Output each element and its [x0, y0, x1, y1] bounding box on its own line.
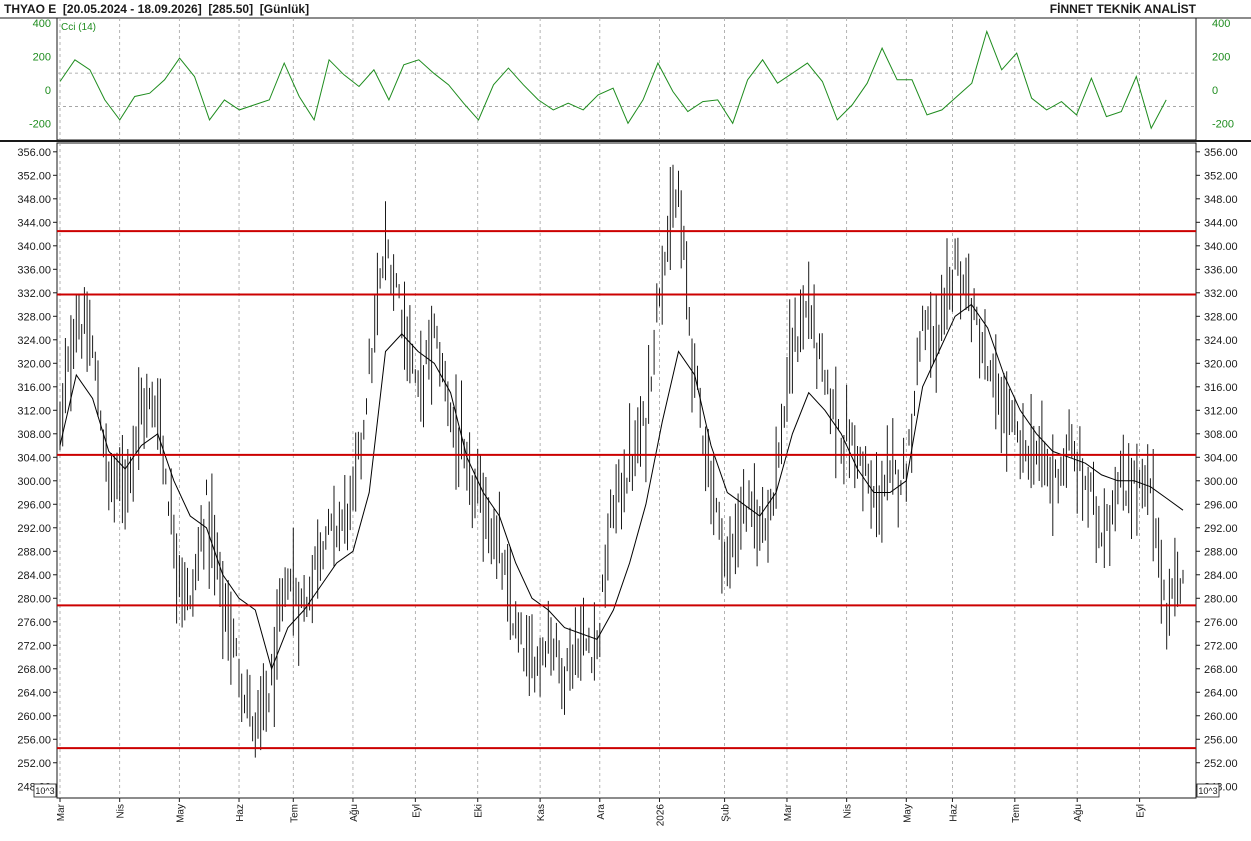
price-y-tick-left: 320.00: [17, 358, 51, 370]
price-y-tick-right: 264.00: [1204, 687, 1238, 699]
price-y-tick-right: 300.00: [1204, 476, 1238, 488]
x-tick-label: Eyl: [1136, 804, 1147, 818]
cci-series-label: Cci (14): [61, 22, 96, 33]
price-y-tick-right: 256.00: [1204, 734, 1238, 746]
price-y-tick-right: 340.00: [1204, 241, 1238, 253]
price-y-tick-left: 300.00: [17, 476, 51, 488]
price-y-tick-right: 328.00: [1204, 311, 1238, 323]
x-tick-label: Eki: [474, 804, 485, 818]
cci-y-tick-left: 0: [45, 85, 51, 97]
price-y-tick-right: 268.00: [1204, 664, 1238, 676]
price-y-tick-right: 272.00: [1204, 640, 1238, 652]
x-tick-label: Haz: [235, 804, 246, 822]
price-y-tick-right: 348.00: [1204, 194, 1238, 206]
x-tick-label: Ağu: [1073, 804, 1084, 822]
price-y-tick-left: 316.00: [17, 382, 51, 394]
cci-y-tick-left: 200: [33, 51, 51, 63]
price-y-tick-left: 280.00: [17, 593, 51, 605]
price-y-tick-right: 312.00: [1204, 405, 1238, 417]
price-y-tick-right: 252.00: [1204, 758, 1238, 770]
x-tick-label: Kas: [536, 804, 547, 821]
x-tick-label: Mar: [56, 803, 67, 821]
price-y-tick-left: 304.00: [17, 452, 51, 464]
x-tick-label: Eyl: [411, 804, 422, 818]
price-y-tick-left: 272.00: [17, 640, 51, 652]
price-y-tick-right: 332.00: [1204, 288, 1238, 300]
price-panel-frame: [56, 142, 1197, 799]
x-tick-label: Tem: [1011, 804, 1022, 823]
price-y-tick-left: 328.00: [17, 311, 51, 323]
price-y-tick-right: 316.00: [1204, 382, 1238, 394]
cci-y-tick-right: 400: [1212, 18, 1230, 30]
price-y-tick-right: 288.00: [1204, 546, 1238, 558]
price-y-tick-left: 288.00: [17, 546, 51, 558]
price-y-tick-right: 336.00: [1204, 264, 1238, 276]
price-y-tick-left: 332.00: [17, 288, 51, 300]
cci-y-tick-right: -200: [1212, 118, 1234, 130]
price-y-tick-right: 284.00: [1204, 570, 1238, 582]
x-tick-label: Tem: [289, 804, 300, 823]
x-tick-label: Ara: [596, 804, 607, 820]
x-tick-label: May: [175, 804, 186, 823]
price-y-tick-right: 352.00: [1204, 170, 1238, 182]
price-y-tick-right: 280.00: [1204, 593, 1238, 605]
x-tick-label: May: [902, 804, 913, 823]
scale-label-right: 10^3: [1198, 786, 1217, 796]
price-y-tick-left: 296.00: [17, 499, 51, 511]
chart-root: THYAO E [20.05.2024 - 18.09.2026] [285.5…: [0, 0, 1251, 841]
scale-label-left: 10^3: [35, 786, 54, 796]
price-y-tick-right: 292.00: [1204, 523, 1238, 535]
x-tick-label: Nis: [843, 804, 854, 818]
cci-y-tick-left: 400: [33, 18, 51, 30]
chart-svg: Mar Nis May Haz Tem Ağu Eyl Eki Kas Ara 2026 Şub Mar…: [0, 17, 1251, 827]
price-y-tick-right: 344.00: [1204, 217, 1238, 229]
price-y-tick-right: 276.00: [1204, 617, 1238, 629]
price-y-tick-left: 276.00: [17, 617, 51, 629]
x-tick-label: Mar: [783, 803, 794, 821]
x-tick-label: Şub: [721, 804, 732, 822]
x-tick-label: Nis: [116, 804, 127, 818]
x-tick-label: Ağu: [349, 804, 360, 822]
price-y-tick-left: 312.00: [17, 405, 51, 417]
price-y-tick-left: 252.00: [17, 758, 51, 770]
price-y-tick-right: 308.00: [1204, 429, 1238, 441]
cci-y-tick-left: -200: [29, 118, 51, 130]
price-y-tick-right: 304.00: [1204, 452, 1238, 464]
x-tick-label: Haz: [948, 804, 959, 822]
price-y-tick-right: 324.00: [1204, 335, 1238, 347]
price-y-tick-right: 260.00: [1204, 711, 1238, 723]
price-y-tick-left: 256.00: [17, 734, 51, 746]
price-y-tick-left: 268.00: [17, 664, 51, 676]
price-y-tick-left: 284.00: [17, 570, 51, 582]
price-y-tick-left: 336.00: [17, 264, 51, 276]
price-y-tick-right: 356.00: [1204, 147, 1238, 159]
cci-y-tick-right: 0: [1212, 85, 1218, 97]
price-y-tick-right: 320.00: [1204, 358, 1238, 370]
price-y-tick-left: 340.00: [17, 241, 51, 253]
price-y-tick-left: 260.00: [17, 711, 51, 723]
price-y-tick-right: 296.00: [1204, 499, 1238, 511]
price-y-tick-left: 308.00: [17, 429, 51, 441]
price-y-tick-left: 344.00: [17, 217, 51, 229]
price-y-tick-left: 292.00: [17, 523, 51, 535]
price-y-tick-left: 348.00: [17, 194, 51, 206]
price-y-tick-left: 352.00: [17, 170, 51, 182]
cci-y-tick-right: 200: [1212, 51, 1230, 63]
price-y-tick-left: 356.00: [17, 147, 51, 159]
price-y-tick-left: 324.00: [17, 335, 51, 347]
x-tick-label: 2026: [655, 804, 666, 827]
price-y-tick-left: 264.00: [17, 687, 51, 699]
